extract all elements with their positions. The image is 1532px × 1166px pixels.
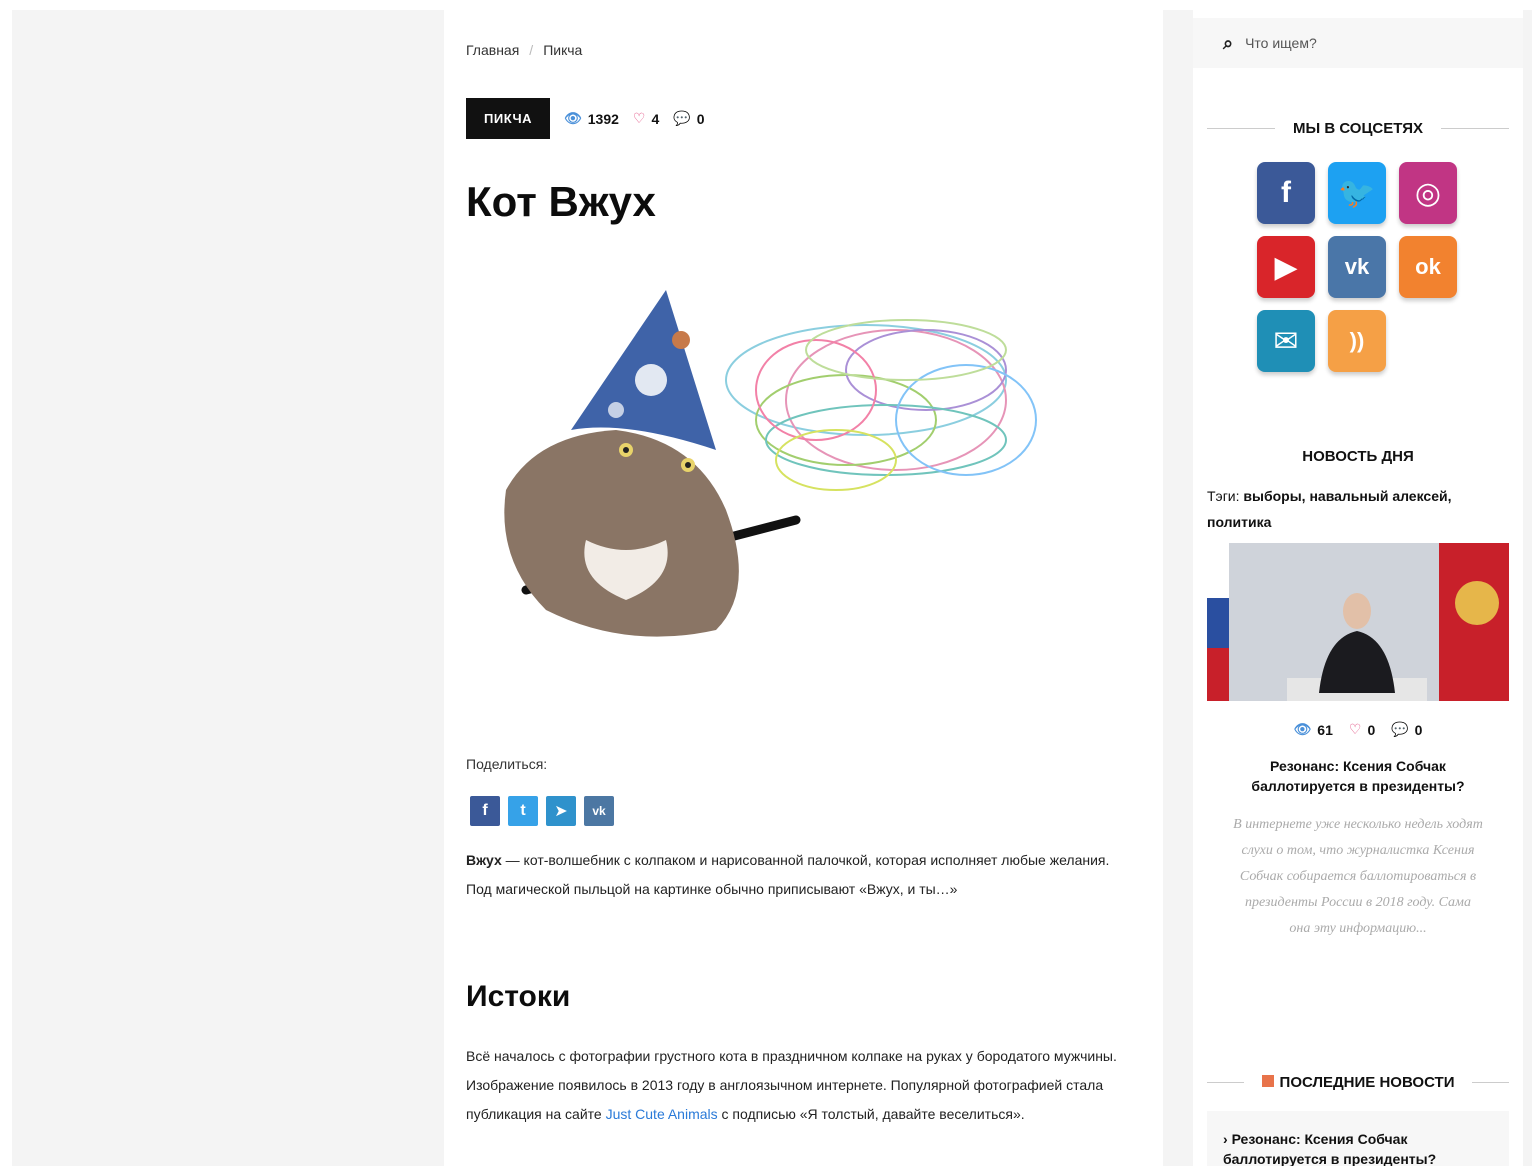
latest-news-title-wrap: ПОСЛЕДНИЕ НОВОСТИ xyxy=(1261,1074,1455,1091)
likes-counter[interactable]: ♡ 4 xyxy=(633,110,659,127)
social-widget-header: МЫ В СОЦСЕТЯХ xyxy=(1193,120,1523,137)
content-gap xyxy=(1163,10,1193,1166)
latest-news-header: ПОСЛЕДНИЕ НОВОСТИ xyxy=(1193,1074,1523,1091)
news-square-icon xyxy=(1261,1075,1274,1087)
wizard-cat-illustration xyxy=(504,290,1037,637)
social-widget-title: МЫ В СОЦСЕТЯХ xyxy=(1292,120,1424,137)
share-facebook-button[interactable]: f xyxy=(470,796,500,826)
post-title: Кот Вжух xyxy=(466,178,656,225)
latest-news-item[interactable]: › Резонанс: Ксения Собчак баллотируется … xyxy=(1207,1111,1509,1166)
search-placeholder[interactable]: Что ищем? xyxy=(1245,35,1317,51)
news-views-count: 61 xyxy=(1317,721,1333,738)
search-icon[interactable]: ⌕ xyxy=(1223,33,1233,54)
likes-count: 4 xyxy=(651,110,660,127)
news-headline[interactable]: Резонанс: Ксения Собчак баллотируется в … xyxy=(1193,756,1523,796)
post-image xyxy=(466,260,1136,690)
news-comments-count: 0 xyxy=(1414,721,1423,738)
vk-icon[interactable]: vk xyxy=(1328,236,1386,298)
divider xyxy=(1472,1082,1510,1083)
youtube-icon[interactable]: ▶ xyxy=(1257,236,1315,298)
tags-list[interactable]: выборы, навальный алексей, политика xyxy=(1207,488,1452,530)
comments-count: 0 xyxy=(696,110,705,127)
share-label: Поделиться: xyxy=(466,756,548,772)
news-of-day-widget: НОВОСТЬ ДНЯ Тэги: выборы, навальный алек… xyxy=(1193,428,1523,1022)
rss-icon[interactable]: )) xyxy=(1328,310,1386,372)
share-vk-button[interactable]: vk xyxy=(584,796,614,826)
news-tags: Тэги: выборы, навальный алексей, политик… xyxy=(1193,483,1523,535)
news-thumbnail-image xyxy=(1207,543,1509,701)
comment-icon[interactable]: 💬 xyxy=(1391,721,1408,738)
divider xyxy=(1207,128,1275,129)
email-icon[interactable]: ✉ xyxy=(1257,310,1315,372)
heart-icon[interactable]: ♡ xyxy=(1349,721,1362,738)
odnoklassniki-icon[interactable]: ok xyxy=(1399,236,1457,298)
origin-paragraph: Всё началось с фотографии грустного кота… xyxy=(466,1042,1136,1129)
news-of-day-title: НОВОСТЬ ДНЯ xyxy=(1302,448,1414,465)
tags-label: Тэги: xyxy=(1207,488,1240,504)
instagram-icon[interactable]: ◎ xyxy=(1399,162,1457,224)
news-stats: 👁 61 ♡ 0 💬 0 xyxy=(1193,721,1523,738)
article-main: Главная / Пикча ПИКЧА 👁 1392 ♡ 4 💬 0 Кот… xyxy=(444,10,1163,1166)
share-buttons: f t ➤ vk xyxy=(470,796,614,826)
origin-text-after: с подписью «Я толстый, давайте веселитьс… xyxy=(717,1106,1025,1122)
intro-paragraph: Вжух — кот-волшебник с колпаком и нарисо… xyxy=(466,846,1136,904)
views-counter: 👁 1392 xyxy=(564,110,619,127)
latest-news-widget: ПОСЛЕДНИЕ НОВОСТИ › Резонанс: Ксения Соб… xyxy=(1193,1052,1523,1166)
share-twitter-button[interactable]: t xyxy=(508,796,538,826)
search-box[interactable]: ⌕ Что ищем? xyxy=(1193,18,1523,68)
left-gutter xyxy=(12,10,444,1166)
eye-icon: 👁 xyxy=(563,110,582,126)
right-edge xyxy=(1523,10,1532,1166)
news-excerpt: В интернете уже несколько недель ходят с… xyxy=(1233,817,1483,936)
breadcrumb-home-link[interactable]: Главная xyxy=(466,42,519,58)
divider xyxy=(1441,128,1509,129)
category-badge[interactable]: ПИКЧА xyxy=(466,98,550,139)
comments-counter[interactable]: 💬 0 xyxy=(673,110,704,127)
news-thumbnail[interactable] xyxy=(1207,543,1509,701)
news-comments[interactable]: 💬 0 xyxy=(1391,721,1422,738)
latest-news-title: ПОСЛЕДНИЕ НОВОСТИ xyxy=(1279,1074,1455,1091)
comment-icon[interactable]: 💬 xyxy=(673,110,690,127)
share-telegram-button[interactable]: ➤ xyxy=(546,796,576,826)
views-count: 1392 xyxy=(587,110,619,127)
chevron-right-icon: › xyxy=(1223,1131,1228,1147)
twitter-icon[interactable]: 🐦 xyxy=(1328,162,1386,224)
breadcrumb-current-link[interactable]: Пикча xyxy=(543,42,582,58)
facebook-icon[interactable]: f xyxy=(1257,162,1315,224)
news-likes[interactable]: ♡ 0 xyxy=(1349,721,1375,738)
post-meta: ПИКЧА 👁 1392 ♡ 4 💬 0 xyxy=(466,98,705,139)
eye-icon: 👁 xyxy=(1293,721,1312,737)
news-views: 👁 61 xyxy=(1294,721,1333,738)
social-icons-grid: f 🐦 ◎ ▶ vk ok ✉ )) xyxy=(1257,162,1459,372)
divider xyxy=(1207,1082,1244,1083)
section-heading: Истоки xyxy=(466,980,571,1013)
intro-text: — кот-волшебник с колпаком и нарисованно… xyxy=(466,852,1110,897)
intro-bold: Вжух xyxy=(466,852,502,868)
breadcrumb-separator: / xyxy=(529,42,534,58)
news-likes-count: 0 xyxy=(1367,721,1376,738)
breadcrumb: Главная / Пикча xyxy=(466,42,582,58)
origin-link[interactable]: Just Cute Animals xyxy=(606,1106,718,1122)
social-widget: МЫ В СОЦСЕТЯХ f 🐦 ◎ ▶ vk ok ✉ )) xyxy=(1193,96,1523,396)
heart-icon[interactable]: ♡ xyxy=(633,110,646,127)
latest-news-item-title[interactable]: Резонанс: Ксения Собчак баллотируется в … xyxy=(1223,1131,1436,1166)
